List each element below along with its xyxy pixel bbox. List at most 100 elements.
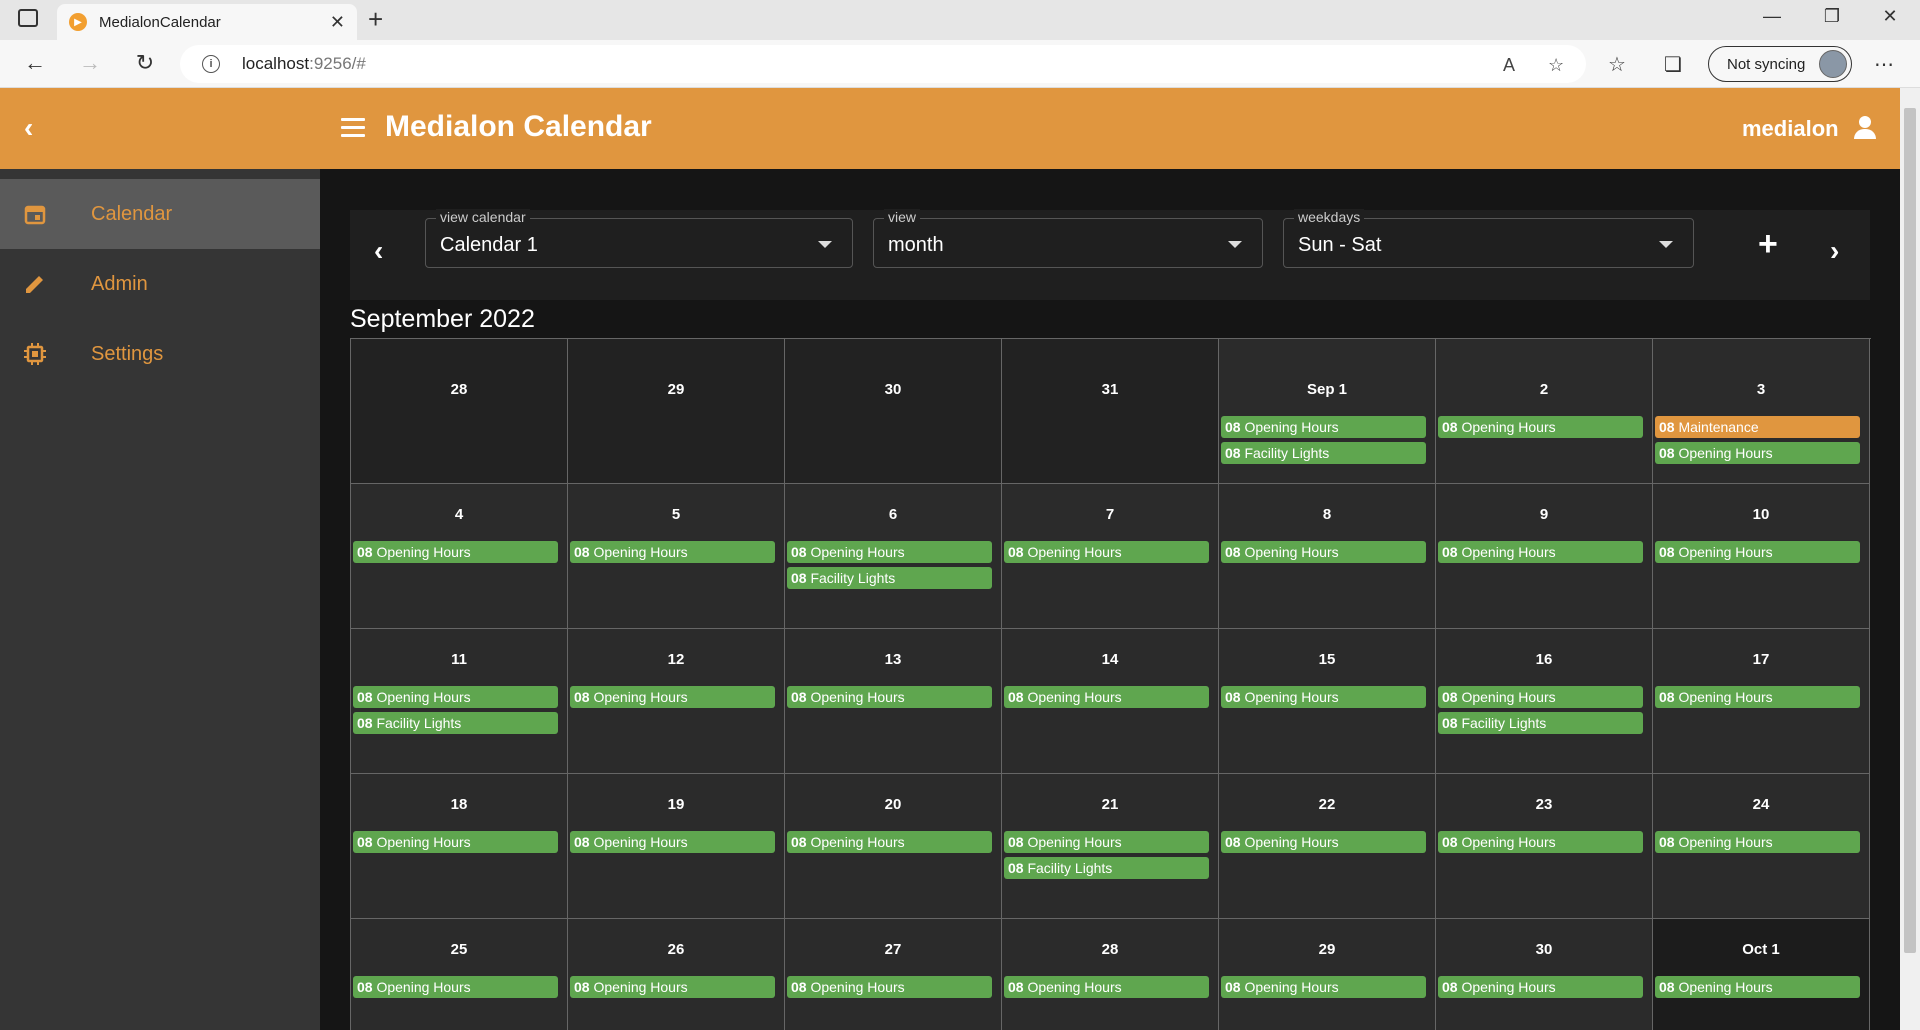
- event-chip[interactable]: 08 Opening Hours: [1655, 442, 1860, 464]
- event-chip[interactable]: 08 Opening Hours: [1004, 686, 1209, 708]
- day-number[interactable]: 8: [1219, 506, 1435, 523]
- event-chip[interactable]: 08 Facility Lights: [1438, 712, 1643, 734]
- day-cell[interactable]: 26 08 Opening Hours: [568, 919, 785, 1030]
- day-number[interactable]: 29: [568, 381, 784, 398]
- day-number[interactable]: 5: [568, 506, 784, 523]
- day-number[interactable]: Oct 1: [1653, 941, 1869, 958]
- event-chip[interactable]: 08 Facility Lights: [787, 567, 992, 589]
- day-number[interactable]: 12: [568, 651, 784, 668]
- view-select[interactable]: view month: [873, 209, 1263, 268]
- read-aloud-icon[interactable]: A: [1503, 55, 1515, 76]
- event-chip[interactable]: 08 Opening Hours: [1438, 831, 1643, 853]
- event-chip[interactable]: 08 Facility Lights: [353, 712, 558, 734]
- day-cell[interactable]: 8 08 Opening Hours: [1219, 484, 1436, 629]
- day-cell[interactable]: 23 08 Opening Hours: [1436, 774, 1653, 919]
- day-cell[interactable]: Oct 1 08 Opening Hours: [1653, 919, 1870, 1030]
- event-chip[interactable]: 08 Opening Hours: [570, 541, 775, 563]
- day-cell[interactable]: 24 08 Opening Hours: [1653, 774, 1870, 919]
- day-cell[interactable]: 30 08 Opening Hours: [1436, 919, 1653, 1030]
- day-cell[interactable]: 7 08 Opening Hours: [1002, 484, 1219, 629]
- collapse-sidebar-icon[interactable]: ‹: [24, 112, 33, 144]
- close-icon[interactable]: ✕: [330, 12, 345, 33]
- event-chip[interactable]: 08 Facility Lights: [1221, 442, 1426, 464]
- event-chip[interactable]: 08 Opening Hours: [353, 831, 558, 853]
- day-number[interactable]: 2: [1436, 381, 1652, 398]
- day-number[interactable]: 16: [1436, 651, 1652, 668]
- day-number[interactable]: 30: [1436, 941, 1652, 958]
- event-chip[interactable]: 08 Opening Hours: [1221, 416, 1426, 438]
- event-chip[interactable]: 08 Facility Lights: [1004, 857, 1209, 879]
- info-icon[interactable]: i: [202, 55, 220, 73]
- day-cell[interactable]: 29 08 Opening Hours: [1219, 919, 1436, 1030]
- day-cell[interactable]: 19 08 Opening Hours: [568, 774, 785, 919]
- day-cell[interactable]: 10 08 Opening Hours: [1653, 484, 1870, 629]
- event-chip[interactable]: 08 Opening Hours: [1004, 831, 1209, 853]
- day-cell[interactable]: 20 08 Opening Hours: [785, 774, 1002, 919]
- day-cell[interactable]: 14 08 Opening Hours: [1002, 629, 1219, 774]
- event-chip[interactable]: 08 Opening Hours: [353, 686, 558, 708]
- day-number[interactable]: 6: [785, 506, 1001, 523]
- minimize-icon[interactable]: —: [1752, 6, 1792, 27]
- more-icon[interactable]: ⋯: [1874, 52, 1894, 77]
- day-cell[interactable]: 6 08 Opening Hours 08 Facility Lights: [785, 484, 1002, 629]
- event-chip[interactable]: 08 Opening Hours: [1221, 541, 1426, 563]
- profile-button[interactable]: Not syncing: [1708, 46, 1852, 82]
- event-chip[interactable]: 08 Opening Hours: [353, 541, 558, 563]
- day-number[interactable]: 21: [1002, 796, 1218, 813]
- event-chip[interactable]: 08 Opening Hours: [353, 976, 558, 998]
- refresh-icon[interactable]: ↻: [130, 50, 160, 76]
- day-number[interactable]: 15: [1219, 651, 1435, 668]
- scrollbar[interactable]: [1900, 88, 1920, 1030]
- event-chip[interactable]: 08 Opening Hours: [1221, 831, 1426, 853]
- day-cell[interactable]: 29: [568, 339, 785, 484]
- forward-icon[interactable]: →: [75, 50, 105, 76]
- day-cell[interactable]: 22 08 Opening Hours: [1219, 774, 1436, 919]
- day-cell[interactable]: 16 08 Opening Hours 08 Facility Lights: [1436, 629, 1653, 774]
- day-number[interactable]: 4: [351, 506, 567, 523]
- day-number[interactable]: 11: [351, 651, 567, 668]
- day-number[interactable]: 17: [1653, 651, 1869, 668]
- next-month-icon[interactable]: ›: [1830, 235, 1839, 267]
- user-icon[interactable]: [1852, 114, 1878, 142]
- back-icon[interactable]: ←: [20, 50, 50, 76]
- day-number[interactable]: 27: [785, 941, 1001, 958]
- day-cell[interactable]: 4 08 Opening Hours: [351, 484, 568, 629]
- event-chip[interactable]: 08 Opening Hours: [1438, 416, 1643, 438]
- event-chip[interactable]: 08 Opening Hours: [787, 976, 992, 998]
- day-number[interactable]: 19: [568, 796, 784, 813]
- day-cell[interactable]: Sep 1 08 Opening Hours 08 Facility Lights: [1219, 339, 1436, 484]
- event-chip[interactable]: 08 Opening Hours: [787, 541, 992, 563]
- event-chip[interactable]: 08 Opening Hours: [787, 686, 992, 708]
- day-number[interactable]: 29: [1219, 941, 1435, 958]
- url-field[interactable]: i localhost:9256/# A ☆: [180, 45, 1586, 83]
- scrollbar-thumb[interactable]: [1904, 108, 1916, 953]
- day-number[interactable]: 13: [785, 651, 1001, 668]
- event-chip[interactable]: 08 Opening Hours: [1004, 541, 1209, 563]
- new-tab-icon[interactable]: +: [368, 4, 383, 35]
- day-number[interactable]: 25: [351, 941, 567, 958]
- browser-tab[interactable]: ▶ MedialonCalendar ✕: [57, 4, 357, 40]
- day-number[interactable]: Sep 1: [1219, 381, 1435, 398]
- event-chip[interactable]: 08 Opening Hours: [1438, 541, 1643, 563]
- day-cell[interactable]: 13 08 Opening Hours: [785, 629, 1002, 774]
- day-number[interactable]: 28: [1002, 941, 1218, 958]
- event-chip[interactable]: 08 Opening Hours: [1221, 976, 1426, 998]
- event-chip[interactable]: 08 Maintenance: [1655, 416, 1860, 438]
- day-cell[interactable]: 21 08 Opening Hours 08 Facility Lights: [1002, 774, 1219, 919]
- day-cell[interactable]: 12 08 Opening Hours: [568, 629, 785, 774]
- tab-actions-icon[interactable]: [18, 9, 38, 27]
- add-event-icon[interactable]: +: [1758, 225, 1778, 264]
- day-number[interactable]: 31: [1002, 381, 1218, 398]
- event-chip[interactable]: 08 Opening Hours: [1655, 976, 1860, 998]
- sidebar-item-settings[interactable]: Settings: [0, 319, 320, 389]
- day-cell[interactable]: 28: [351, 339, 568, 484]
- menu-icon[interactable]: [341, 118, 365, 142]
- day-cell[interactable]: 31: [1002, 339, 1219, 484]
- day-number[interactable]: 20: [785, 796, 1001, 813]
- day-cell[interactable]: 30: [785, 339, 1002, 484]
- event-chip[interactable]: 08 Opening Hours: [1004, 976, 1209, 998]
- day-number[interactable]: 24: [1653, 796, 1869, 813]
- event-chip[interactable]: 08 Opening Hours: [787, 831, 992, 853]
- event-chip[interactable]: 08 Opening Hours: [570, 686, 775, 708]
- event-chip[interactable]: 08 Opening Hours: [1655, 686, 1860, 708]
